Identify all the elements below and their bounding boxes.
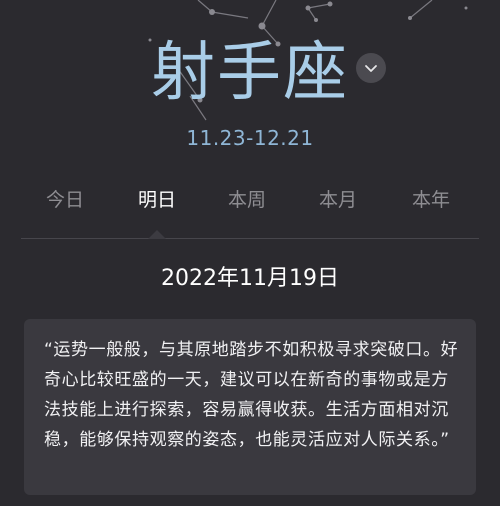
tab-tomorrow[interactable]: 明日: [117, 182, 197, 218]
chevron-down-icon: [365, 64, 377, 72]
sign-date-range: 11.23-12.21: [186, 126, 314, 150]
sign-dropdown-button[interactable]: [356, 53, 386, 83]
sign-title: 射手座: [151, 36, 349, 110]
tab-today[interactable]: 今日: [25, 182, 105, 218]
tab-this-week[interactable]: 本周: [207, 182, 287, 218]
period-tabs: 今日 明日 本周 本月 本年: [21, 182, 479, 239]
fortune-date: 2022年11月19日: [161, 266, 339, 291]
tab-this-month[interactable]: 本月: [298, 182, 378, 218]
active-tab-indicator: [148, 230, 166, 239]
fortune-card: “运势一般般，与其原地踏步不如积极寻求突破口。好奇心比较旺盛的一天，建议可以在新…: [24, 319, 476, 495]
fortune-text: “运势一般般，与其原地踏步不如积极寻求突破口。好奇心比较旺盛的一天，建议可以在新…: [44, 340, 459, 450]
header: 射手座: [0, 30, 500, 120]
tab-this-year[interactable]: 本年: [391, 182, 471, 218]
